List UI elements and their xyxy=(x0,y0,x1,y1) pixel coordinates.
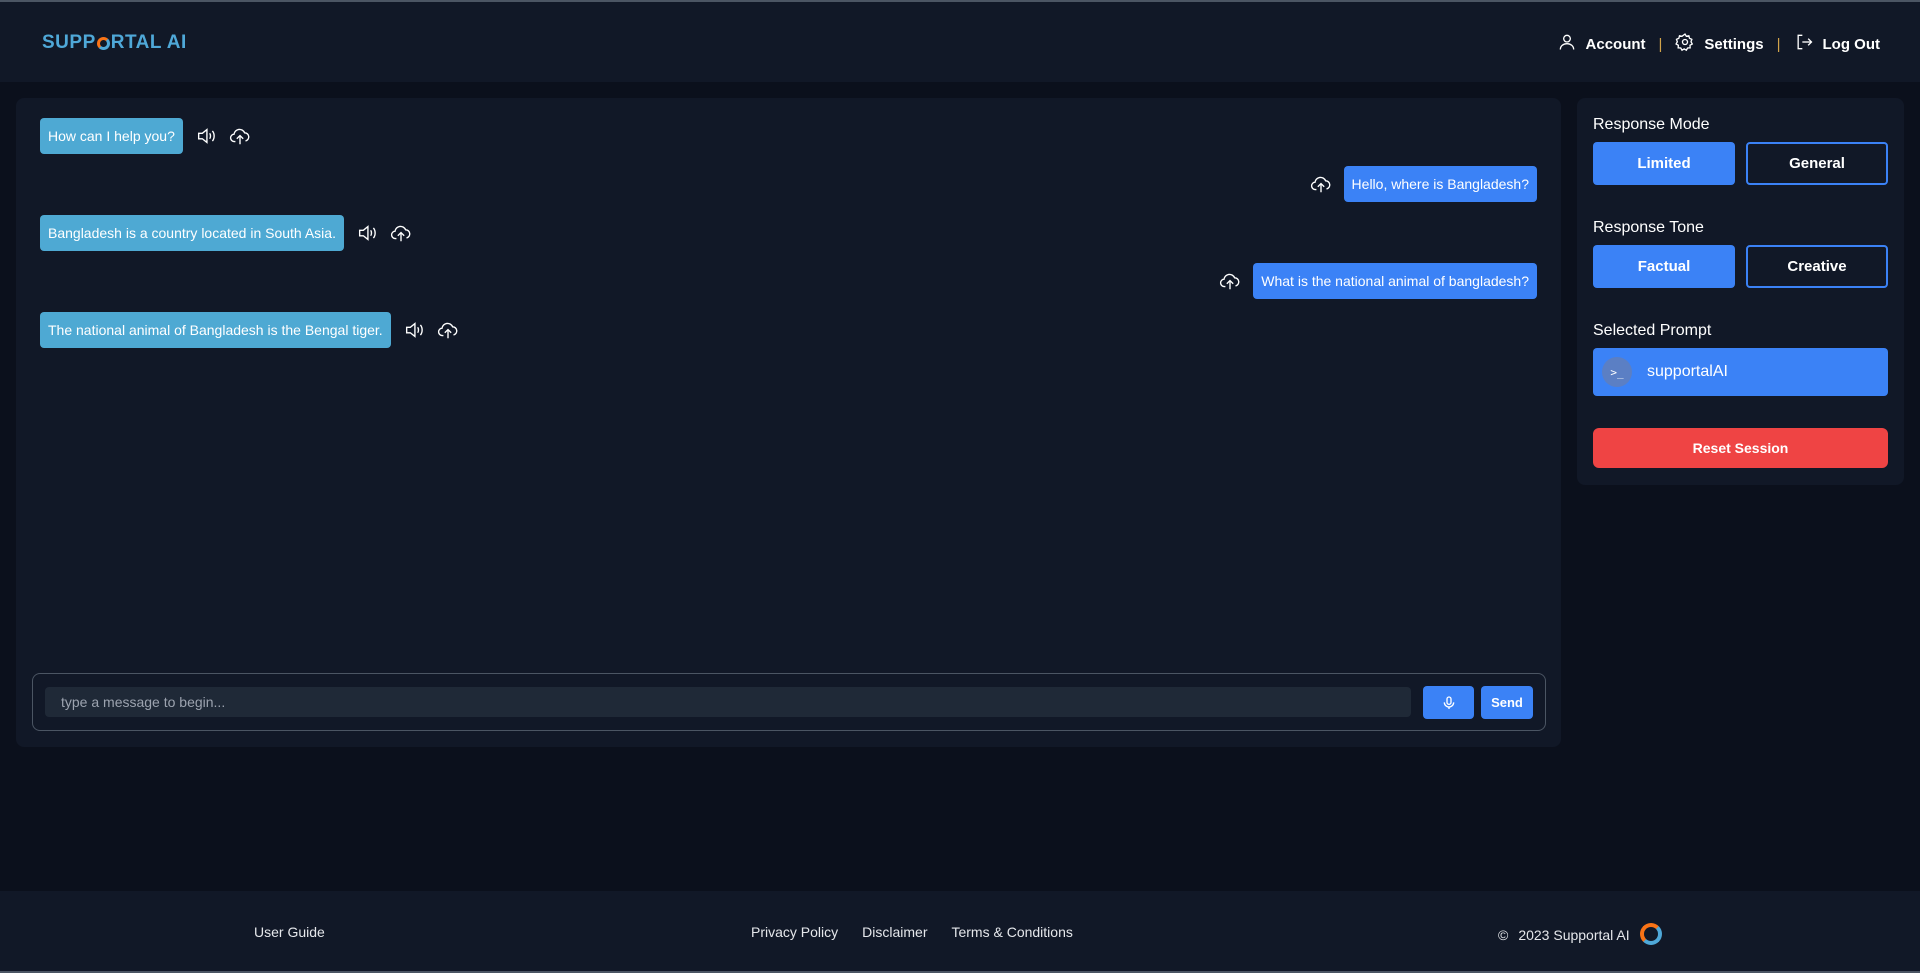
cloud-upload-icon[interactable] xyxy=(229,125,251,147)
bot-message: How can I help you? xyxy=(40,118,183,154)
supportal-logo[interactable]: SUPP RTAL AI xyxy=(42,32,187,54)
account-link[interactable]: Account xyxy=(1557,32,1646,56)
bot-message: The national animal of Bangladesh is the… xyxy=(40,312,391,348)
mode-general-button[interactable]: General xyxy=(1746,142,1888,185)
send-button[interactable]: Send xyxy=(1481,686,1533,719)
app-footer: User Guide Privacy Policy Disclaimer Ter… xyxy=(0,891,1920,971)
user-guide-link[interactable]: User Guide xyxy=(254,924,325,940)
app-header: SUPP RTAL AI Account | Settings | Log Ou… xyxy=(0,2,1920,82)
speaker-icon[interactable] xyxy=(356,222,378,244)
mode-limited-button[interactable]: Limited xyxy=(1593,142,1735,185)
privacy-policy-link[interactable]: Privacy Policy xyxy=(751,924,838,940)
selected-prompt-heading: Selected Prompt xyxy=(1593,322,1712,339)
account-label: Account xyxy=(1585,35,1646,53)
user-message: What is the national animal of banglades… xyxy=(1253,263,1537,299)
user-message: Hello, where is Bangladesh? xyxy=(1343,166,1537,202)
footer-links: Privacy Policy Disclaimer Terms & Condit… xyxy=(751,924,1073,940)
gear-icon xyxy=(1675,32,1695,56)
bot-message-row: How can I help you? xyxy=(40,118,251,154)
cloud-upload-icon[interactable] xyxy=(1219,270,1241,292)
copyright-text: 2023 Supportal AI xyxy=(1518,927,1630,943)
logout-link[interactable]: Log Out xyxy=(1794,32,1880,56)
logo-text-end: RTAL AI xyxy=(110,32,187,53)
response-mode-heading: Response Mode xyxy=(1593,116,1710,133)
logo-ring-icon xyxy=(96,36,110,50)
user-icon xyxy=(1557,32,1577,56)
user-message-row: Hello, where is Bangladesh? xyxy=(1310,166,1537,202)
user-message-row: What is the national animal of banglades… xyxy=(1219,263,1537,299)
tone-factual-button[interactable]: Factual xyxy=(1593,245,1735,288)
header-nav: Account | Settings | Log Out xyxy=(1557,32,1880,56)
tone-creative-button[interactable]: Creative xyxy=(1746,245,1888,288)
cloud-upload-icon[interactable] xyxy=(390,222,412,244)
bot-message: Bangladesh is a country located in South… xyxy=(40,215,344,251)
message-composer: Send xyxy=(32,673,1546,731)
nav-separator: | xyxy=(1776,35,1781,53)
logo-text-start: SUPP xyxy=(42,32,96,53)
terms-link[interactable]: Terms & Conditions xyxy=(951,924,1072,940)
prompt-name: supportalAI xyxy=(1647,363,1728,380)
settings-label: Settings xyxy=(1704,35,1764,53)
cloud-upload-icon[interactable] xyxy=(1310,173,1332,195)
copyright: © 2023 Supportal AI xyxy=(1498,923,1662,946)
speaker-icon[interactable] xyxy=(403,319,425,341)
bot-message-row: The national animal of Bangladesh is the… xyxy=(40,312,459,348)
response-tone-heading: Response Tone xyxy=(1593,219,1704,236)
disclaimer-link[interactable]: Disclaimer xyxy=(862,924,927,940)
microphone-button[interactable] xyxy=(1423,686,1474,719)
bot-message-row: Bangladesh is a country located in South… xyxy=(40,215,412,251)
message-input[interactable] xyxy=(45,687,1411,717)
settings-panel: Response Mode Limited General Response T… xyxy=(1577,98,1904,485)
cloud-upload-icon[interactable] xyxy=(437,319,459,341)
reset-session-button[interactable]: Reset Session xyxy=(1593,428,1888,468)
logout-label: Log Out xyxy=(1822,35,1880,53)
speaker-icon[interactable] xyxy=(195,125,217,147)
prompt-selector[interactable]: >_ supportalAI xyxy=(1593,348,1888,396)
terminal-icon: >_ xyxy=(1602,357,1632,387)
settings-link[interactable]: Settings xyxy=(1675,32,1764,56)
supportal-logo-icon xyxy=(1639,923,1662,945)
chat-panel: How can I help you? Hello, where is Bang… xyxy=(16,98,1561,747)
microphone-icon xyxy=(1441,695,1457,711)
nav-separator: | xyxy=(1658,35,1663,53)
logout-icon xyxy=(1794,32,1814,56)
copyright-symbol: © xyxy=(1498,927,1509,943)
